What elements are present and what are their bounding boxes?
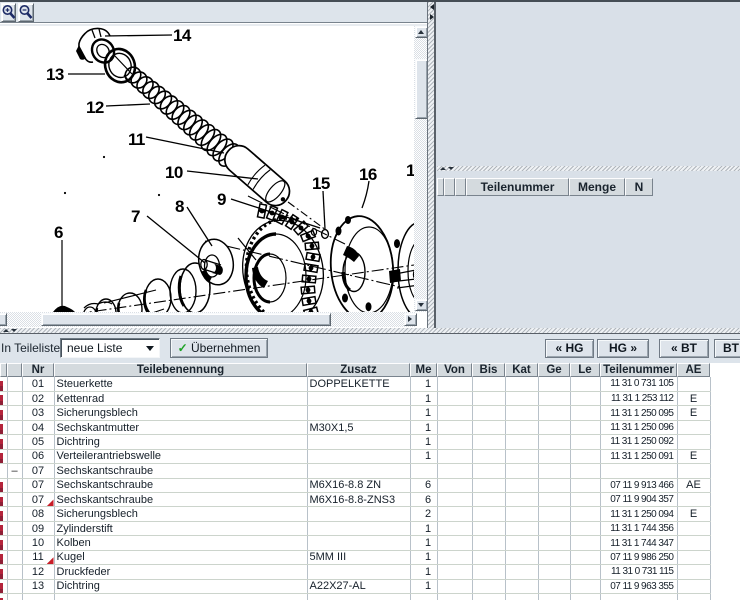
svg-text:14: 14 xyxy=(173,26,192,45)
svg-text:12: 12 xyxy=(86,98,104,117)
svg-text:13: 13 xyxy=(46,65,64,84)
svg-text:16: 16 xyxy=(359,165,377,184)
svg-text:8: 8 xyxy=(175,197,184,216)
svg-text:11: 11 xyxy=(128,130,145,149)
svg-text:9: 9 xyxy=(217,190,226,209)
svg-text:7: 7 xyxy=(131,207,140,226)
svg-text:10: 10 xyxy=(165,163,183,182)
svg-text:6: 6 xyxy=(54,223,63,242)
svg-text:15: 15 xyxy=(312,174,330,193)
svg-text:1: 1 xyxy=(406,161,414,180)
